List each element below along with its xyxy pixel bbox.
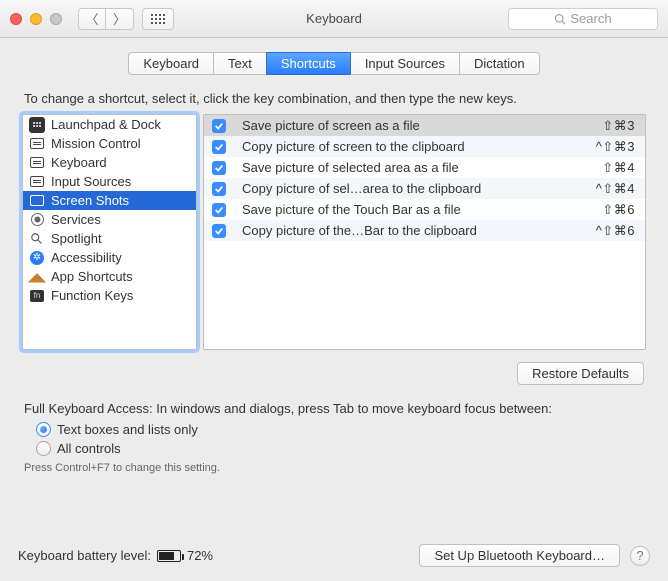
shortcut-label: Save picture of screen as a file <box>236 118 602 133</box>
tab-shortcuts[interactable]: Shortcuts <box>266 52 350 75</box>
radio-text-boxes-only[interactable]: Text boxes and lists only <box>36 422 650 437</box>
window-controls <box>10 13 62 25</box>
show-all-prefs-button[interactable] <box>142 8 174 30</box>
shortcut-keys[interactable]: ⇧⌘3 <box>602 118 635 134</box>
shortcut-checkbox[interactable] <box>212 203 226 217</box>
shortcut-row[interactable]: Copy picture of sel…area to the clipboar… <box>204 178 645 199</box>
setup-bluetooth-keyboard-button[interactable]: Set Up Bluetooth Keyboard… <box>419 544 620 567</box>
shortcut-keys[interactable]: ⇧⌘6 <box>602 202 635 218</box>
function-keys-icon: fn <box>29 288 45 304</box>
tab-text[interactable]: Text <box>213 52 266 75</box>
shortcut-keys[interactable]: ^⇧⌘3 <box>596 139 635 155</box>
shortcut-checkbox[interactable] <box>212 224 226 238</box>
radio-button-icon <box>36 422 51 437</box>
minimize-window-button[interactable] <box>30 13 42 25</box>
help-button[interactable]: ? <box>630 546 650 566</box>
tab-input-sources[interactable]: Input Sources <box>350 52 459 75</box>
radio-label: All controls <box>57 441 121 456</box>
category-list[interactable]: Launchpad & Dock Mission Control Keyboar… <box>22 114 197 350</box>
shortcut-label: Save picture of the Touch Bar as a file <box>236 202 602 217</box>
forward-button[interactable]: 〉 <box>106 8 134 30</box>
full-keyboard-access-text: Full Keyboard Access: In windows and dia… <box>24 401 644 416</box>
shortcut-checkbox[interactable] <box>212 119 226 133</box>
category-label: Input Sources <box>51 174 131 189</box>
battery-icon <box>157 550 181 562</box>
shortcut-keys[interactable]: ^⇧⌘6 <box>596 223 635 239</box>
category-function-keys[interactable]: fn Function Keys <box>23 286 196 305</box>
footer: Keyboard battery level: 72% Set Up Bluet… <box>0 534 668 581</box>
category-accessibility[interactable]: ✲ Accessibility <box>23 248 196 267</box>
category-label: Services <box>51 212 101 227</box>
category-label: Mission Control <box>51 136 141 151</box>
shortcut-keys[interactable]: ^⇧⌘4 <box>596 181 635 197</box>
mission-control-icon <box>29 136 45 152</box>
category-spotlight[interactable]: Spotlight <box>23 229 196 248</box>
shortcut-list[interactable]: Save picture of screen as a file ⇧⌘3 Cop… <box>203 114 646 350</box>
nav-buttons: 〈 〉 <box>78 8 134 30</box>
battery-label: Keyboard battery level: <box>18 548 151 563</box>
shortcut-row[interactable]: Copy picture of screen to the clipboard … <box>204 136 645 157</box>
battery-status: Keyboard battery level: 72% <box>18 548 213 563</box>
back-button[interactable]: 〈 <box>78 8 106 30</box>
category-services[interactable]: Services <box>23 210 196 229</box>
tab-dictation[interactable]: Dictation <box>459 52 540 75</box>
radio-button-icon <box>36 441 51 456</box>
category-label: Function Keys <box>51 288 133 303</box>
services-icon <box>29 212 45 228</box>
battery-percent: 72% <box>187 548 213 563</box>
category-screen-shots[interactable]: Screen Shots <box>23 191 196 210</box>
category-keyboard[interactable]: Keyboard <box>23 153 196 172</box>
shortcut-label: Save picture of selected area as a file <box>236 160 602 175</box>
shortcut-checkbox[interactable] <box>212 140 226 154</box>
keyboard-icon <box>29 155 45 171</box>
screen-shots-icon <box>29 193 45 209</box>
category-mission-control[interactable]: Mission Control <box>23 134 196 153</box>
spotlight-icon <box>29 231 45 247</box>
category-label: App Shortcuts <box>51 269 133 284</box>
tab-keyboard[interactable]: Keyboard <box>128 52 213 75</box>
category-label: Launchpad & Dock <box>51 117 161 132</box>
close-window-button[interactable] <box>10 13 22 25</box>
radio-label: Text boxes and lists only <box>57 422 198 437</box>
category-label: Spotlight <box>51 231 102 246</box>
shortcut-row[interactable]: Copy picture of the…Bar to the clipboard… <box>204 220 645 241</box>
category-label: Accessibility <box>51 250 122 265</box>
shortcut-hint-text: Press Control+F7 to change this setting. <box>24 462 644 474</box>
content: Keyboard Text Shortcuts Input Sources Di… <box>0 38 668 484</box>
input-sources-icon <box>29 174 45 190</box>
shortcut-label: Copy picture of sel…area to the clipboar… <box>236 181 596 196</box>
category-label: Keyboard <box>51 155 107 170</box>
radio-all-controls[interactable]: All controls <box>36 441 650 456</box>
launchpad-icon <box>29 117 45 133</box>
titlebar: 〈 〉 Keyboard Search <box>0 0 668 38</box>
zoom-window-button[interactable] <box>50 13 62 25</box>
app-shortcuts-icon: ◢◣ <box>29 269 45 285</box>
instruction-text: To change a shortcut, select it, click t… <box>24 91 644 106</box>
restore-defaults-button[interactable]: Restore Defaults <box>517 362 644 385</box>
category-launchpad[interactable]: Launchpad & Dock <box>23 115 196 134</box>
search-input[interactable]: Search <box>508 8 658 30</box>
shortcut-checkbox[interactable] <box>212 161 226 175</box>
search-placeholder: Search <box>570 11 611 26</box>
accessibility-icon: ✲ <box>29 250 45 266</box>
shortcut-keys[interactable]: ⇧⌘4 <box>602 160 635 176</box>
shortcut-label: Copy picture of screen to the clipboard <box>236 139 596 154</box>
tab-bar: Keyboard Text Shortcuts Input Sources Di… <box>18 52 650 75</box>
search-icon <box>554 13 566 25</box>
category-label: Screen Shots <box>51 193 129 208</box>
shortcut-row[interactable]: Save picture of the Touch Bar as a file … <box>204 199 645 220</box>
shortcut-row[interactable]: Save picture of selected area as a file … <box>204 157 645 178</box>
shortcut-row[interactable]: Save picture of screen as a file ⇧⌘3 <box>204 115 645 136</box>
shortcut-checkbox[interactable] <box>212 182 226 196</box>
category-input-sources[interactable]: Input Sources <box>23 172 196 191</box>
shortcut-label: Copy picture of the…Bar to the clipboard <box>236 223 596 238</box>
category-app-shortcuts[interactable]: ◢◣ App Shortcuts <box>23 267 196 286</box>
